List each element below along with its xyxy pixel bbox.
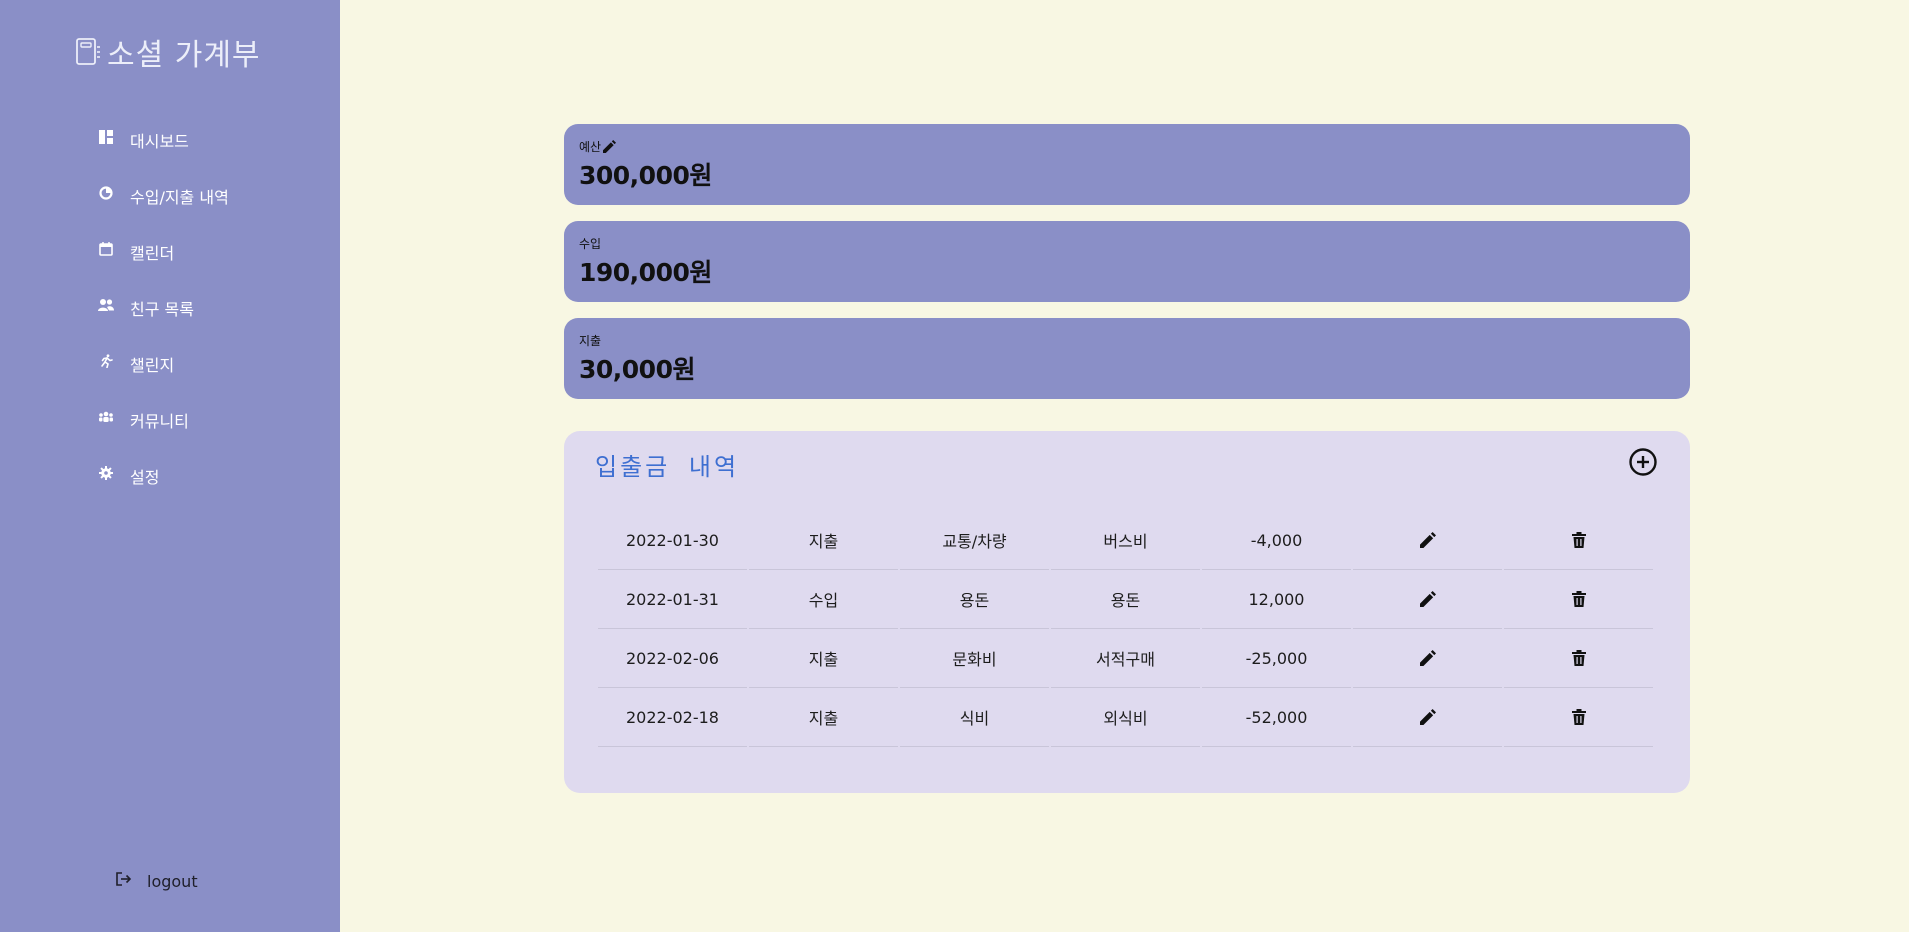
expense-label: 지출 <box>579 333 602 348</box>
history-title: 입출금 내역 <box>595 453 740 481</box>
sidebar-item-label: 친구 목록 <box>130 300 194 319</box>
pencil-icon <box>1419 709 1436 725</box>
date-cell: 2022-01-31 <box>598 570 747 629</box>
notebook-icon <box>75 37 101 67</box>
edit-button[interactable] <box>1353 570 1502 629</box>
sidebar-item-friends[interactable]: 친구 목록 <box>98 280 229 336</box>
budget-label: 예산 <box>579 139 602 154</box>
people-icon <box>98 297 114 313</box>
trash-icon <box>1571 591 1586 607</box>
sidebar-item-label: 챌린지 <box>130 356 175 375</box>
memo-cell: 외식비 <box>1051 688 1200 747</box>
date-cell: 2022-02-06 <box>598 629 747 688</box>
amount-cell: 12,000 <box>1202 570 1351 629</box>
pencil-icon <box>1419 532 1436 548</box>
logout-label: logout <box>147 872 198 891</box>
delete-button[interactable] <box>1504 629 1653 688</box>
date-cell: 2022-02-18 <box>598 688 747 747</box>
delete-button[interactable] <box>1504 511 1653 570</box>
pencil-icon <box>1419 650 1436 666</box>
sidebar-item-label: 수입/지출 내역 <box>130 188 229 207</box>
running-icon <box>98 353 114 369</box>
delete-button[interactable] <box>1504 688 1653 747</box>
trash-icon <box>1571 650 1586 666</box>
amount-cell: -4,000 <box>1202 511 1351 570</box>
sidebar-item-calendar[interactable]: 캘린더 <box>98 224 229 280</box>
transaction-history-panel: 입출금 내역 2022-01-30 지출 교통/차량 버스비 -4,000 20… <box>564 431 1690 793</box>
type-cell: 수입 <box>749 570 898 629</box>
expense-label-row: 지출 <box>579 332 1675 348</box>
sidebar-item-challenge[interactable]: 챌린지 <box>98 336 229 392</box>
sidebar-item-dashboard[interactable]: 대시보드 <box>98 112 229 168</box>
income-value: 190,000원 <box>579 258 712 287</box>
expense-value: 30,000원 <box>579 355 695 384</box>
income-card: 수입 190,000원 <box>564 221 1690 302</box>
sidebar-nav: 대시보드 수입/지출 내역 캘린더 친구 목록 챌린지 커뮤니티 설정 <box>98 112 229 504</box>
calendar-icon <box>98 241 114 257</box>
edit-button[interactable] <box>1353 688 1502 747</box>
table-row: 2022-02-06 지출 문화비 서적구매 -25,000 <box>598 629 1656 688</box>
type-cell: 지출 <box>749 629 898 688</box>
category-cell: 문화비 <box>900 629 1049 688</box>
logout-icon <box>116 871 132 887</box>
pencil-icon <box>1419 591 1436 607</box>
type-cell: 지출 <box>749 511 898 570</box>
income-label-row: 수입 <box>579 235 1675 251</box>
sidebar-item-label: 캘린더 <box>130 244 175 263</box>
sidebar-item-community[interactable]: 커뮤니티 <box>98 392 229 448</box>
type-cell: 지출 <box>749 688 898 747</box>
logout-button[interactable]: logout <box>116 871 198 891</box>
transaction-table: 2022-01-30 지출 교통/차량 버스비 -4,000 2022-01-3… <box>598 511 1656 747</box>
sidebar-item-label: 커뮤니티 <box>130 412 189 431</box>
budget-value: 300,000원 <box>579 161 712 190</box>
memo-cell: 서적구매 <box>1051 629 1200 688</box>
add-transaction-button[interactable] <box>1628 447 1658 477</box>
table-row: 2022-01-31 수입 용돈 용돈 12,000 <box>598 570 1656 629</box>
memo-cell: 버스비 <box>1051 511 1200 570</box>
category-cell: 식비 <box>900 688 1049 747</box>
budget-label-row: 예산 <box>579 138 1675 154</box>
table-row: 2022-01-30 지출 교통/차량 버스비 -4,000 <box>598 511 1656 570</box>
income-label: 수입 <box>579 236 602 251</box>
budget-card: 예산 300,000원 <box>564 124 1690 205</box>
gear-icon <box>98 465 114 481</box>
delete-button[interactable] <box>1504 570 1653 629</box>
dashboard-icon <box>98 129 114 145</box>
sidebar-item-settings[interactable]: 설정 <box>98 448 229 504</box>
sidebar-item-history[interactable]: 수입/지출 내역 <box>98 168 229 224</box>
sidebar: 소셜 가계부 대시보드 수입/지출 내역 캘린더 친구 목록 챌린지 커뮤니티 … <box>0 0 340 932</box>
edit-button[interactable] <box>1353 511 1502 570</box>
trash-icon <box>1571 532 1586 548</box>
donut-chart-icon <box>98 185 114 201</box>
sidebar-item-label: 설정 <box>130 468 160 487</box>
edit-budget-icon[interactable] <box>603 139 617 153</box>
app-title: 소셜 가계부 <box>107 38 261 73</box>
memo-cell: 용돈 <box>1051 570 1200 629</box>
date-cell: 2022-01-30 <box>598 511 747 570</box>
amount-cell: -52,000 <box>1202 688 1351 747</box>
sidebar-item-label: 대시보드 <box>130 132 189 151</box>
groups-icon <box>98 409 114 425</box>
category-cell: 용돈 <box>900 570 1049 629</box>
plus-circle-icon <box>1628 448 1658 481</box>
trash-icon <box>1571 709 1586 725</box>
expense-card: 지출 30,000원 <box>564 318 1690 399</box>
brand[interactable]: 소셜 가계부 <box>75 30 261 74</box>
edit-button[interactable] <box>1353 629 1502 688</box>
amount-cell: -25,000 <box>1202 629 1351 688</box>
category-cell: 교통/차량 <box>900 511 1049 570</box>
table-row: 2022-02-18 지출 식비 외식비 -52,000 <box>598 688 1656 747</box>
